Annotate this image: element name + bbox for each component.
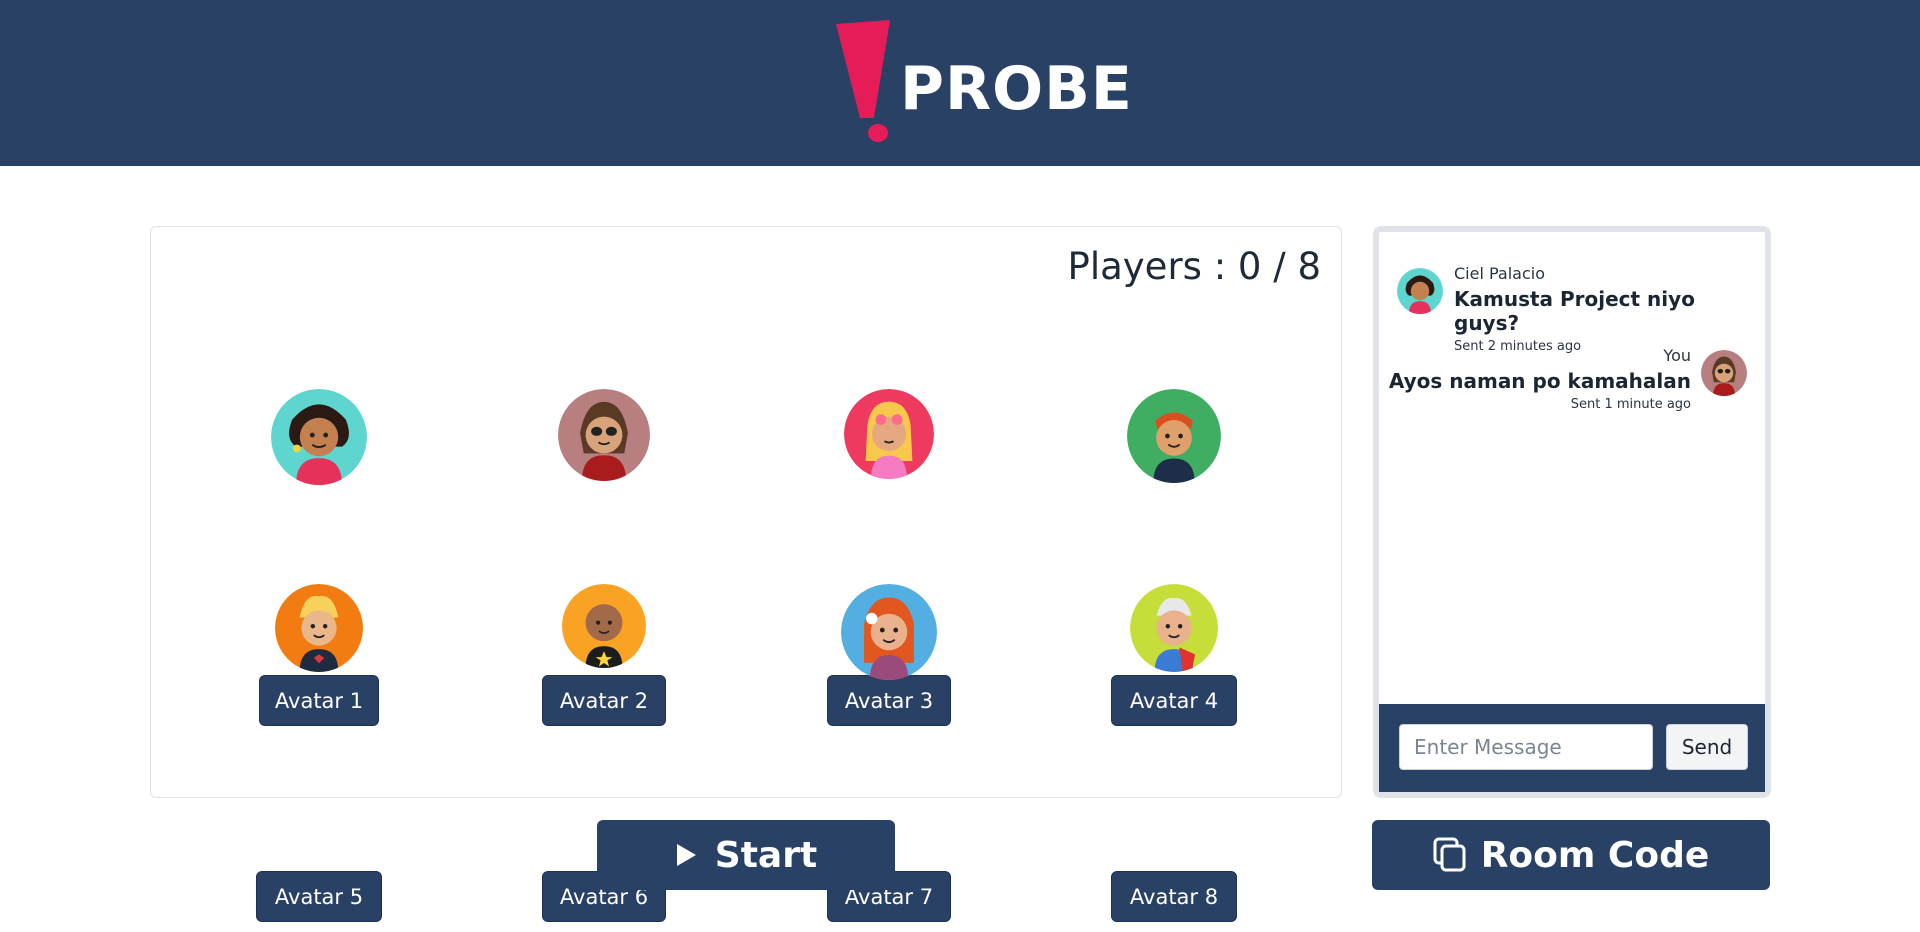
avatar-1-button[interactable]: Avatar 1	[259, 675, 379, 726]
message-sender: You	[1663, 346, 1691, 365]
start-button-label: Start	[714, 834, 818, 876]
avatar-8-icon[interactable]	[1130, 584, 1218, 672]
avatar-4-icon[interactable]	[1127, 389, 1221, 483]
avatar-8-button[interactable]: Avatar 8	[1111, 871, 1237, 922]
message-text: Kamusta Project niyo guys?	[1454, 287, 1695, 335]
message-text: Ayos naman po kamahalan	[1388, 369, 1691, 393]
message-sender: Ciel Palacio	[1454, 264, 1546, 283]
send-button[interactable]: Send	[1666, 724, 1748, 770]
message-time: Sent 1 minute ago	[1570, 397, 1691, 412]
play-icon	[676, 844, 696, 866]
probe-logo[interactable]: PROBE	[834, 20, 1132, 146]
players-count: Players : 0 / 8	[1067, 245, 1321, 288]
logo-text: PROBE	[900, 54, 1133, 124]
message-input[interactable]	[1399, 724, 1653, 770]
room-code-label: Room Code	[1480, 834, 1710, 876]
room-code-button[interactable]: Room Code	[1372, 820, 1770, 890]
chat-input-bar: Send	[1379, 704, 1765, 792]
avatar-2-icon[interactable]	[558, 389, 650, 481]
avatar-1-icon[interactable]	[271, 389, 367, 485]
avatar-5-button[interactable]: Avatar 5	[256, 871, 382, 922]
avatar-3-icon[interactable]	[844, 389, 934, 479]
exclamation-mark-icon	[836, 20, 890, 142]
user-avatar-icon	[1701, 350, 1747, 396]
copy-icon	[1433, 837, 1466, 872]
top-bar: PROBE	[0, 0, 1920, 166]
sender-avatar-icon	[1397, 268, 1443, 314]
avatar-7-icon[interactable]	[841, 584, 937, 680]
avatar-6-icon[interactable]	[562, 584, 646, 668]
start-button[interactable]: Start	[597, 820, 895, 890]
players-panel: Players : 0 / 8 Avatar 1 Avatar 2 Avatar…	[150, 226, 1342, 922]
chat-panel: Ciel Palacio Kamusta Project niyo guys? …	[1373, 226, 1771, 798]
avatar-4-button[interactable]: Avatar 4	[1111, 675, 1237, 726]
avatar-5-icon[interactable]	[275, 584, 363, 672]
avatar-3-button[interactable]: Avatar 3	[827, 675, 951, 726]
avatar-2-button[interactable]: Avatar 2	[542, 675, 666, 726]
